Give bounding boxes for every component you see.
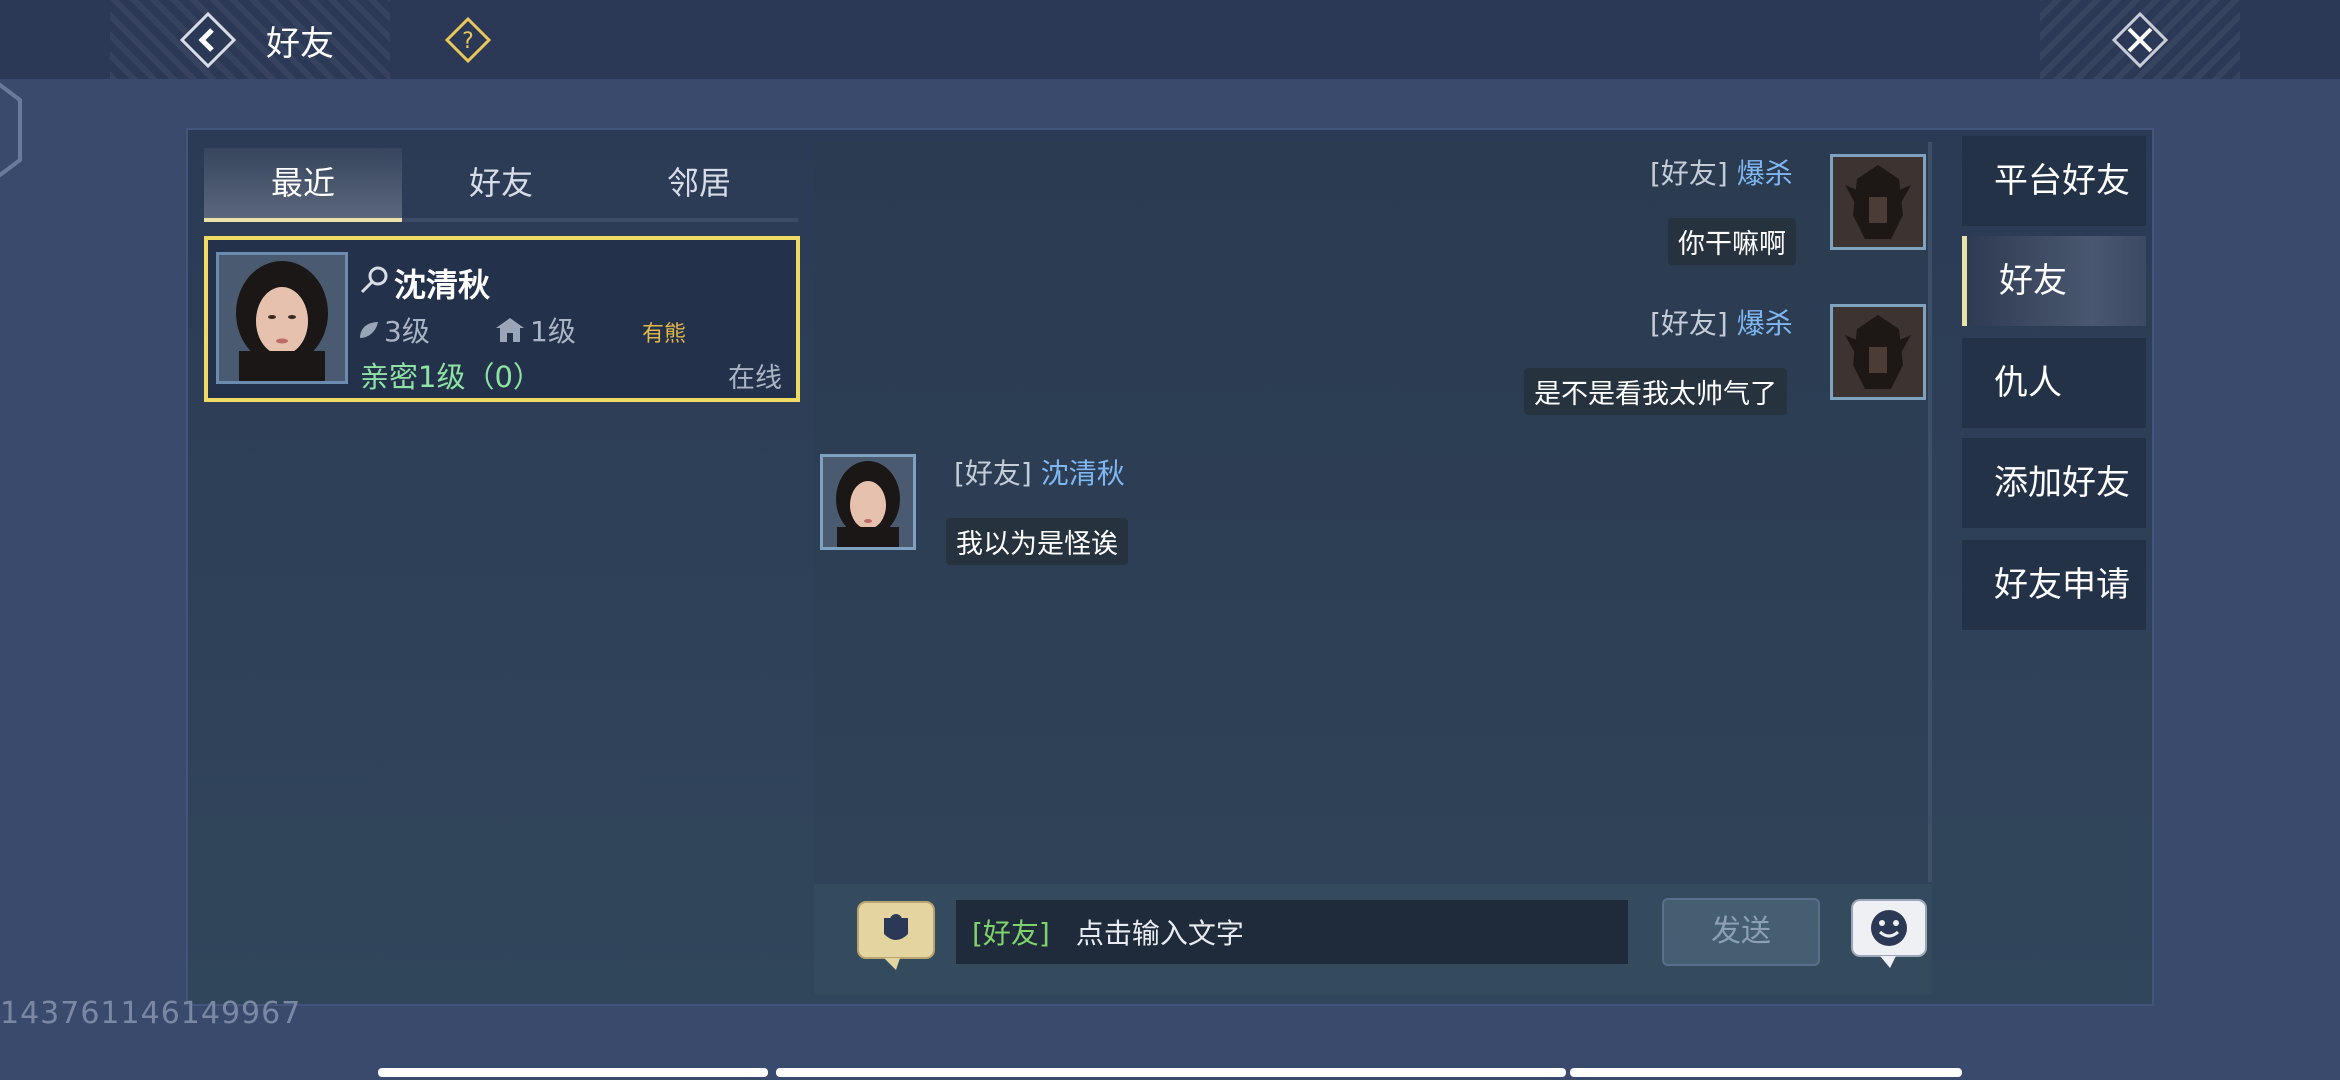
question-mark-icon: ? bbox=[444, 16, 492, 64]
intimacy-level: 亲密1级（0） bbox=[360, 360, 542, 394]
level-b-value: 1级 bbox=[530, 315, 576, 348]
help-button[interactable]: ? bbox=[444, 16, 492, 64]
message-channel: [好友] bbox=[954, 457, 1032, 490]
menu-enemies[interactable]: 仇人 bbox=[1962, 338, 2146, 428]
voice-channel-icon bbox=[857, 901, 935, 970]
leaf-icon bbox=[360, 322, 378, 338]
channel-select-button[interactable] bbox=[856, 900, 936, 972]
close-button[interactable] bbox=[2110, 10, 2170, 70]
online-status: 在线 bbox=[728, 363, 782, 394]
user-id: 143761146149967 bbox=[0, 996, 302, 1031]
bottom-indicator bbox=[378, 1068, 768, 1077]
send-button[interactable]: 发送 bbox=[1662, 898, 1820, 966]
message-header: [好友] 爆杀 bbox=[1650, 302, 1793, 342]
sender-avatar[interactable] bbox=[1830, 304, 1926, 400]
back-button[interactable] bbox=[178, 10, 238, 70]
top-bar bbox=[0, 0, 2340, 79]
message-nick[interactable]: 沈清秋 bbox=[1041, 457, 1125, 490]
smiley-bubble-icon bbox=[1851, 899, 1927, 968]
friend-card[interactable]: 沈清秋 3级 1级 有熊 亲密1级（0） 在线 bbox=[204, 236, 800, 402]
input-channel-tag: [好友] bbox=[972, 917, 1050, 950]
svg-text:?: ? bbox=[462, 29, 474, 54]
key-icon bbox=[360, 266, 388, 294]
sender-avatar[interactable] bbox=[820, 454, 916, 550]
message-header: [好友] 沈清秋 bbox=[954, 452, 1125, 492]
menu-friends[interactable]: 好友 bbox=[1962, 236, 2146, 326]
page-title: 好友 bbox=[266, 24, 334, 64]
message-nick[interactable]: 爆杀 bbox=[1737, 307, 1793, 340]
emoji-button[interactable] bbox=[1850, 898, 1928, 970]
house-icon bbox=[496, 318, 524, 342]
level-b: 1级 bbox=[494, 310, 576, 350]
message-nick[interactable]: 爆杀 bbox=[1737, 157, 1793, 190]
message-bubble: 我以为是怪诶 bbox=[946, 518, 1128, 565]
mood-tag: 有熊 bbox=[642, 322, 687, 347]
message-channel: [好友] bbox=[1650, 307, 1728, 340]
bottom-indicator bbox=[1570, 1068, 1962, 1077]
friend-avatar bbox=[216, 252, 348, 384]
tab-recent[interactable]: 最近 bbox=[204, 148, 402, 222]
chat-input[interactable]: [好友] 点击输入文字 bbox=[956, 900, 1628, 964]
chat-scrollbar[interactable] bbox=[1928, 142, 1932, 882]
input-placeholder: 点击输入文字 bbox=[1075, 917, 1244, 950]
header-pattern-left bbox=[110, 0, 390, 79]
close-x-icon bbox=[2111, 11, 2169, 69]
message-bubble: 是不是看我太帅气了 bbox=[1524, 368, 1787, 415]
bottom-indicator bbox=[776, 1068, 1566, 1077]
menu-platform-friends[interactable]: 平台好友 bbox=[1962, 136, 2146, 226]
message-header: [好友] 爆杀 bbox=[1650, 152, 1793, 192]
menu-friend-requests[interactable]: 好友申请 bbox=[1962, 540, 2146, 630]
message-channel: [好友] bbox=[1650, 157, 1728, 190]
tab-friends[interactable]: 好友 bbox=[402, 148, 600, 222]
level-a-value: 3级 bbox=[384, 315, 430, 348]
message-bubble: 你干嘛啊 bbox=[1668, 218, 1796, 265]
friend-name: 沈清秋 bbox=[394, 266, 491, 304]
sender-avatar[interactable] bbox=[1830, 154, 1926, 250]
level-a: 3级 bbox=[356, 310, 430, 350]
side-hex-decoration bbox=[0, 82, 22, 178]
back-arrow-icon bbox=[179, 11, 237, 69]
friend-list-tabs: 最近 好友 邻居 bbox=[204, 148, 798, 222]
menu-add-friend[interactable]: 添加好友 bbox=[1962, 438, 2146, 528]
tab-neighbors[interactable]: 邻居 bbox=[600, 148, 798, 222]
